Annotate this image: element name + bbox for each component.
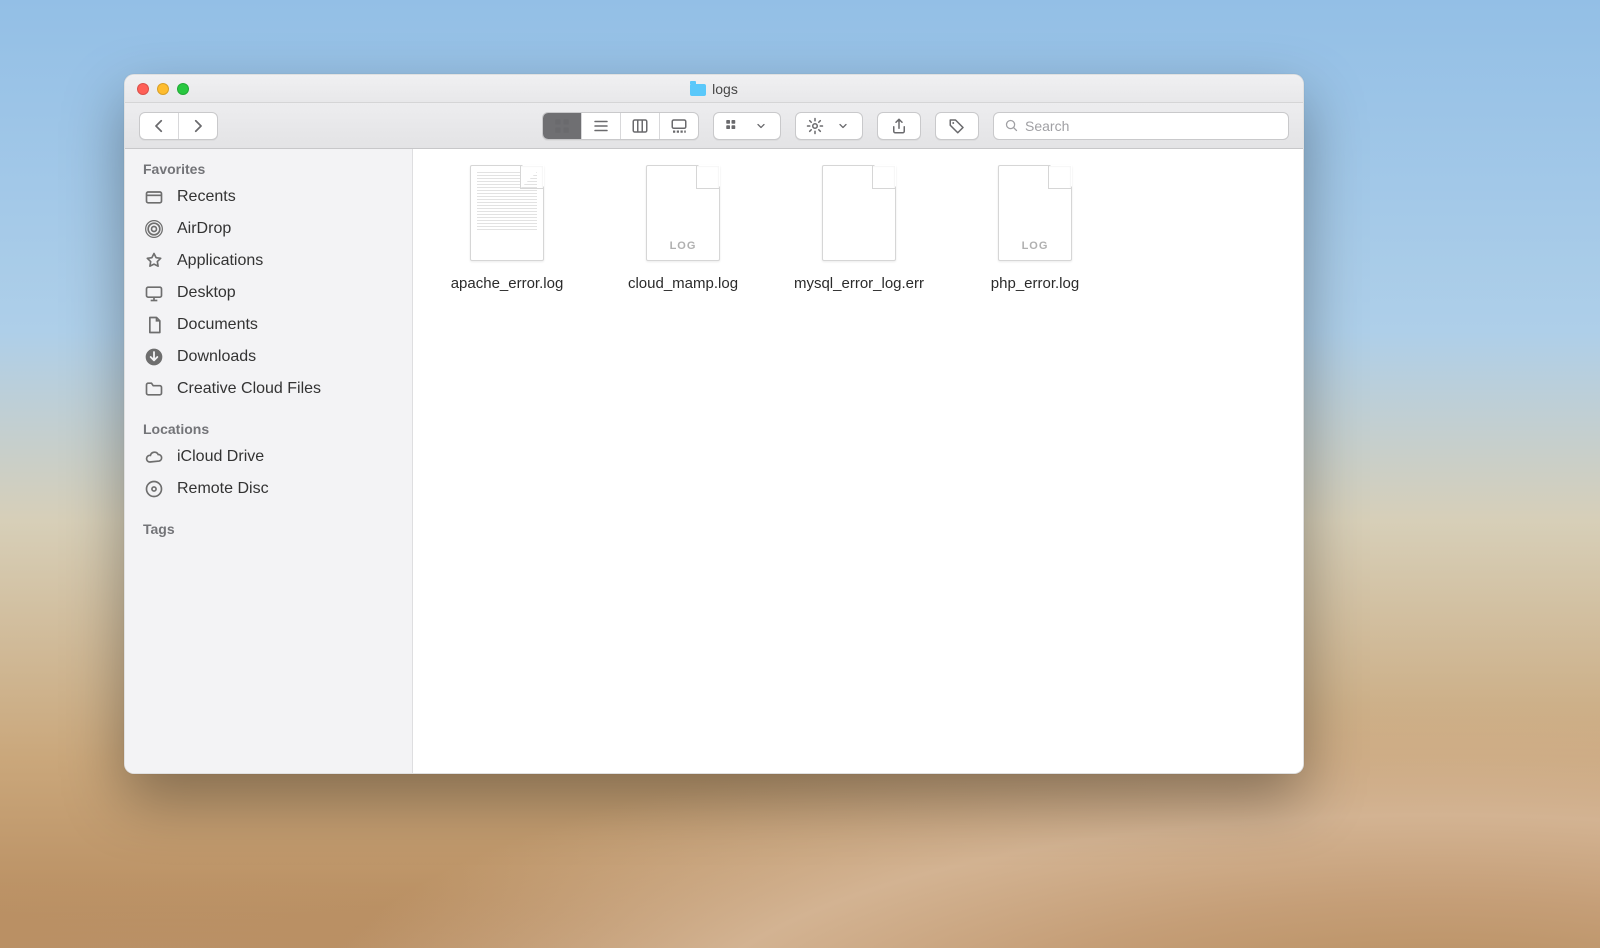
documents-icon [143, 314, 165, 336]
search-placeholder: Search [1025, 118, 1069, 134]
folder-icon [143, 378, 165, 400]
sidebar-item-recents[interactable]: Recents [125, 181, 412, 213]
titlebar[interactable]: logs [125, 75, 1303, 103]
file-name-label: php_error.log [991, 275, 1079, 294]
icloud-icon [143, 446, 165, 468]
file-item[interactable]: mysql_error_log.err [771, 159, 947, 308]
sidebar-heading: Favorites [125, 159, 412, 181]
document-icon: LOG [998, 165, 1072, 261]
chevron-left-icon [150, 117, 168, 135]
search: Search [993, 112, 1289, 140]
action-chevron[interactable] [834, 113, 862, 139]
zoom-button[interactable] [177, 83, 189, 95]
sidebar-item-label: Downloads [177, 348, 256, 366]
sidebar-item-remote-disc[interactable]: Remote Disc [125, 473, 412, 505]
chevron-right-icon [189, 117, 207, 135]
tag-icon [948, 117, 966, 135]
list-icon [592, 117, 610, 135]
document-icon: LOG [470, 165, 544, 261]
sidebar: Favorites Recents AirDrop Applications Deskt… [125, 149, 413, 773]
traffic-lights [125, 83, 189, 95]
sidebar-section: Tags [125, 519, 412, 541]
folder-icon [690, 84, 706, 96]
arrange-button[interactable] [714, 113, 752, 139]
sidebar-item-airdrop[interactable]: AirDrop [125, 213, 412, 245]
action-menu[interactable] [795, 112, 863, 140]
sidebar-item-desktop[interactable]: Desktop [125, 277, 412, 309]
airdrop-icon [143, 218, 165, 240]
file-name-label: mysql_error_log.err [794, 275, 924, 294]
recents-icon [143, 186, 165, 208]
sidebar-item-label: Documents [177, 316, 258, 334]
forward-button[interactable] [178, 113, 217, 139]
nav-buttons [139, 112, 218, 140]
search-icon [1004, 118, 1019, 133]
sidebar-item-label: AirDrop [177, 220, 231, 238]
back-button[interactable] [140, 113, 178, 139]
downloads-icon [143, 346, 165, 368]
gallery-icon [670, 117, 688, 135]
document-icon: LOG [646, 165, 720, 261]
file-grid: LOG apache_error.log LOG cloud_mamp.log mysq… [419, 159, 1297, 308]
columns-icon [631, 117, 649, 135]
chevron-down-icon [837, 117, 849, 135]
toolbar: Search [125, 103, 1303, 149]
view-mode-segment [542, 112, 699, 140]
view-gallery-button[interactable] [659, 113, 698, 139]
sidebar-item-label: Recents [177, 188, 236, 206]
content-area[interactable]: LOG apache_error.log LOG cloud_mamp.log mysq… [413, 149, 1303, 773]
applications-icon [143, 250, 165, 272]
disc-icon [143, 478, 165, 500]
finder-window: logs [124, 74, 1304, 774]
sidebar-item-label: Remote Disc [177, 480, 269, 498]
file-name-label: cloud_mamp.log [628, 275, 738, 294]
file-type-badge: LOG [647, 240, 719, 252]
view-columns-button[interactable] [620, 113, 659, 139]
window-title-label: logs [712, 81, 738, 97]
file-item[interactable]: LOG apache_error.log [419, 159, 595, 308]
view-list-button[interactable] [581, 113, 620, 139]
file-type-badge: LOG [999, 240, 1071, 252]
search-input[interactable]: Search [993, 112, 1289, 140]
arrange-menu[interactable] [713, 112, 781, 140]
chevron-down-icon [755, 117, 767, 135]
sidebar-item-label: iCloud Drive [177, 448, 264, 466]
sidebar-heading: Locations [125, 419, 412, 441]
sidebar-item-applications[interactable]: Applications [125, 245, 412, 277]
grid-icon [553, 117, 571, 135]
sidebar-section: Favorites Recents AirDrop Applications Deskt… [125, 159, 412, 405]
sidebar-item-label: Desktop [177, 284, 236, 302]
sidebar-item-label: Applications [177, 252, 263, 270]
window-body: Favorites Recents AirDrop Applications Deskt… [125, 149, 1303, 773]
action-button[interactable] [796, 113, 834, 139]
minimize-button[interactable] [157, 83, 169, 95]
document-icon [822, 165, 896, 261]
close-button[interactable] [137, 83, 149, 95]
arrange-icon [724, 117, 742, 135]
sidebar-item-documents[interactable]: Documents [125, 309, 412, 341]
arrange-chevron[interactable] [752, 113, 780, 139]
sidebar-item-icloud-drive[interactable]: iCloud Drive [125, 441, 412, 473]
window-title: logs [125, 81, 1303, 97]
desktop-icon [143, 282, 165, 304]
share-icon [890, 117, 908, 135]
sidebar-item-creative-cloud-files[interactable]: Creative Cloud Files [125, 373, 412, 405]
tags-button[interactable] [935, 112, 979, 140]
gear-icon [806, 117, 824, 135]
view-icons-button[interactable] [543, 113, 581, 139]
sidebar-section: Locations iCloud Drive Remote Disc [125, 419, 412, 505]
sidebar-item-label: Creative Cloud Files [177, 380, 321, 398]
file-name-label: apache_error.log [451, 275, 564, 294]
file-item[interactable]: LOG php_error.log [947, 159, 1123, 308]
sidebar-item-downloads[interactable]: Downloads [125, 341, 412, 373]
file-item[interactable]: LOG cloud_mamp.log [595, 159, 771, 308]
share-button[interactable] [877, 112, 921, 140]
sidebar-heading: Tags [125, 519, 412, 541]
